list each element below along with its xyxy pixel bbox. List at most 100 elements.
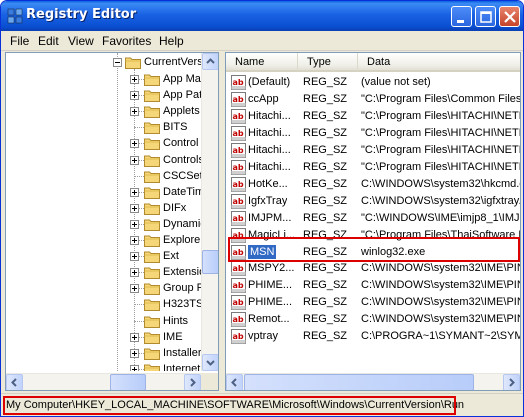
expand-icon[interactable]: [130, 155, 139, 165]
list-row[interactable]: ab PHIME... REG_SZ C:\WINDOWS\system32\IME\…: [226, 294, 520, 311]
expand-icon[interactable]: [130, 268, 139, 278]
tree-node-currentversion[interactable]: CurrentVersion: [6, 55, 201, 71]
tree-node[interactable]: Ext: [6, 248, 201, 264]
string-value-icon: ab: [231, 210, 246, 226]
menu-bar: File Edit View Favorites Help: [1, 31, 523, 51]
column-header-name[interactable]: Name: [226, 53, 298, 72]
tree-node[interactable]: App Path: [6, 87, 201, 103]
row-name: HotKe...: [248, 177, 288, 190]
collapse-icon[interactable]: [113, 58, 122, 67]
tree-node[interactable]: Group Po: [6, 280, 201, 296]
maximize-icon: [480, 11, 492, 23]
expand-icon[interactable]: [130, 107, 139, 117]
expand-icon[interactable]: [130, 332, 139, 342]
tree-node[interactable]: App Mana: [6, 71, 201, 87]
row-data: C:\WINDOWS\system32\IME\PINT: [361, 279, 521, 292]
list-row[interactable]: ab IgfxTray REG_SZ C:\WINDOWS\system32\igfx…: [226, 193, 520, 210]
scroll-down-button[interactable]: [202, 354, 218, 371]
tree-node[interactable]: DIFx: [6, 200, 201, 216]
tree-node[interactable]: IME: [6, 329, 201, 345]
expand-icon[interactable]: [130, 91, 139, 101]
row-name: vptray: [248, 330, 278, 343]
list-row[interactable]: ab (Default) REG_SZ (value not set): [226, 74, 520, 91]
tree-node-label: Internet: [163, 362, 201, 371]
list-row[interactable]: ab MSPY2... REG_SZ C:\WINDOWS\system32\IME\…: [226, 260, 521, 277]
scroll-thumb[interactable]: [202, 250, 218, 274]
tree-node[interactable]: Applets: [6, 103, 201, 119]
tree-connector-line: [134, 127, 144, 129]
row-data: "C:\Program Files\Common Files\Sy: [361, 92, 521, 105]
tree-node[interactable]: Hints: [6, 313, 201, 329]
row-type: REG_SZ: [303, 177, 348, 190]
menu-view[interactable]: View: [68, 34, 94, 48]
tree-node[interactable]: Installer: [6, 345, 201, 361]
title-bar[interactable]: Registry Editor: [1, 1, 523, 31]
row-name: Hitachi...: [248, 109, 291, 122]
list-row[interactable]: ab Hitachi... REG_SZ "C:\Program Files\HITA…: [226, 125, 520, 142]
expand-icon[interactable]: [130, 203, 139, 213]
tree-node[interactable]: Extension: [6, 264, 201, 280]
tree-horizontal-scrollbar[interactable]: [6, 373, 201, 390]
tree-node-label: BITS: [163, 121, 188, 134]
list-scroll-left-button[interactable]: [226, 374, 243, 390]
tree-vertical-scrollbar[interactable]: [201, 53, 218, 371]
scroll-up-button[interactable]: [202, 53, 218, 70]
list-row[interactable]: ab ccApp REG_SZ "C:\Program Files\Common Fi…: [226, 91, 521, 108]
tree-node-label: Ext: [163, 250, 179, 263]
expand-icon[interactable]: [130, 284, 139, 294]
list-row[interactable]: ab Hitachi... REG_SZ "C:\Program Files\HITA…: [226, 159, 520, 176]
expand-icon[interactable]: [130, 364, 139, 371]
column-header-data[interactable]: Data: [358, 53, 520, 72]
list-row[interactable]: ab Remot... REG_SZ C:\WINDOWS\system32\IME\…: [226, 311, 520, 328]
list-scroll-right-button[interactable]: [503, 374, 520, 390]
tree-node-label: IME: [163, 330, 183, 343]
expand-icon[interactable]: [130, 252, 139, 262]
svg-text:ab: ab: [233, 146, 244, 155]
list-horizontal-scroll-thumb[interactable]: [244, 374, 474, 390]
minimize-button[interactable]: [451, 6, 472, 27]
column-header-type[interactable]: Type: [298, 53, 358, 72]
window-title: Registry Editor: [26, 7, 137, 22]
menu-file[interactable]: File: [10, 34, 29, 48]
row-name: Remot...: [248, 313, 290, 326]
tree-node[interactable]: H323TSP: [6, 296, 201, 312]
tree-node[interactable]: Dynamic: [6, 216, 201, 232]
list-row[interactable]: ab IMJPM... REG_SZ "C:\WINDOWS\IME\imjp8_1\…: [226, 210, 520, 227]
expand-icon[interactable]: [130, 139, 139, 149]
expand-icon[interactable]: [130, 75, 139, 84]
tree-node[interactable]: Controls: [6, 152, 201, 168]
tree-node[interactable]: CSCSettin: [6, 168, 201, 184]
scrollbar-corner: [201, 373, 218, 390]
list-row[interactable]: ab vptray REG_SZ C:\PROGRA~1\SYMANT~2\SYMAN: [226, 328, 520, 345]
svg-text:ab: ab: [233, 281, 244, 290]
menu-favorites[interactable]: Favorites: [102, 34, 151, 48]
list-row[interactable]: ab PHIME... REG_SZ C:\WINDOWS\system32\IME\…: [226, 277, 521, 294]
scroll-left-button[interactable]: [6, 374, 23, 390]
list-row[interactable]: ab Hitachi... REG_SZ "C:\Program Files\HITA…: [226, 108, 520, 125]
row-type: REG_SZ: [303, 143, 348, 156]
horizontal-scroll-thumb[interactable]: [110, 374, 146, 390]
expand-icon[interactable]: [130, 187, 139, 197]
tree-node[interactable]: BITS: [6, 119, 201, 135]
row-data: C:\WINDOWS\system32\IME\PINT: [361, 262, 521, 275]
column-header-name-label: Name: [235, 56, 265, 68]
registry-editor-window: Registry Editor File Edit View Favorites…: [0, 0, 524, 417]
tree-node[interactable]: Explorer: [6, 232, 201, 248]
menu-help[interactable]: Help: [159, 34, 184, 48]
expand-icon[interactable]: [130, 348, 139, 358]
tree-node[interactable]: Internet: [6, 361, 201, 371]
menu-edit[interactable]: Edit: [38, 34, 59, 48]
expand-icon[interactable]: [130, 236, 139, 245]
list-row[interactable]: ab Hitachi... REG_SZ "C:\Program Files\HITA…: [226, 142, 520, 159]
list-row[interactable]: ab HotKe... REG_SZ C:\WINDOWS\system32\hkcm…: [226, 176, 520, 193]
close-button[interactable]: [499, 6, 520, 27]
tree-node[interactable]: Control P: [6, 135, 201, 151]
maximize-button[interactable]: [475, 6, 496, 27]
tree-node-label: Applets: [163, 105, 200, 118]
list-horizontal-scrollbar[interactable]: [226, 373, 520, 390]
folder-icon: [144, 315, 160, 328]
tree-node[interactable]: DateTime: [6, 184, 201, 200]
scroll-right-button[interactable]: [184, 374, 201, 390]
expand-icon[interactable]: [130, 219, 139, 229]
svg-text:ab: ab: [233, 197, 244, 206]
